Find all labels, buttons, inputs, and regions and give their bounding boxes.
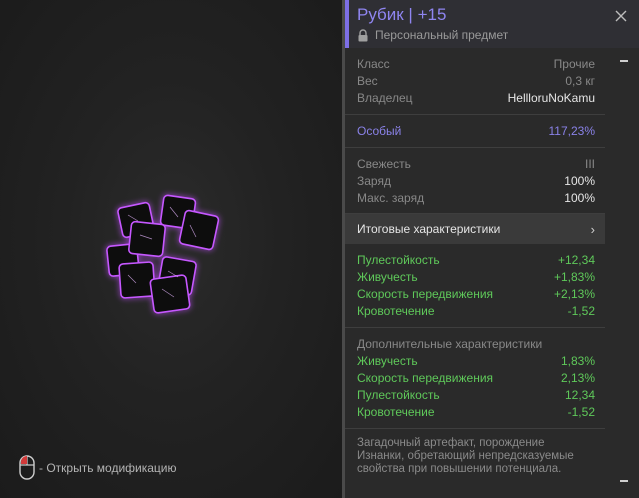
stat-label: Живучесть (357, 354, 418, 368)
stat-label: Особый (357, 124, 402, 138)
stat-value: 100% (564, 191, 595, 205)
stat-label: Скорость передвижения (357, 287, 494, 301)
stat-label: Пулестойкость (357, 388, 440, 402)
stat-row-bleeding: Кровотечение -1,52 (357, 303, 595, 320)
stat-label: Свежесть (357, 157, 411, 171)
hint-text: - Открыть модификацию (39, 460, 177, 475)
stat-value: -1,52 (567, 405, 595, 419)
scrollbar[interactable] (617, 56, 629, 486)
mouse-icon (19, 455, 35, 480)
stat-row-max-charge: Макс. заряд 100% (357, 190, 595, 207)
stat-value: -1,52 (567, 304, 595, 318)
stat-label: Скорость передвижения (357, 371, 494, 385)
total-stats-section: Пулестойкость +12,34 Живучесть +1,83% Ск… (345, 244, 605, 328)
special-section: Особый 117,23% (345, 115, 605, 148)
chevron-right-icon: › (590, 221, 595, 237)
item-preview: - Открыть модификацию (0, 0, 344, 498)
item-info-panel: Рубик | +15 Персональный предмет Класс П… (345, 0, 639, 498)
stat-value: HellloruNoKamu (507, 91, 595, 105)
lock-icon (358, 28, 368, 41)
stat-row-freshness: Свежесть III (357, 156, 595, 173)
stat-value: Прочие (553, 57, 595, 71)
stat-row-bullet-resistance: Пулестойкость 12,34 (357, 387, 595, 404)
scrollbar-bottom-cap (620, 480, 628, 482)
stat-row-weight: Вес 0,3 кг (357, 73, 595, 90)
stat-label: Живучесть (357, 270, 418, 284)
stat-value: +2,13% (553, 287, 595, 301)
open-modification-hint: - Открыть модификацию (19, 455, 177, 480)
stat-row-move-speed: Скорость передвижения 2,13% (357, 370, 595, 387)
stat-value: III (584, 157, 595, 171)
item-subtitle: Персональный предмет (357, 28, 508, 42)
stat-value: 100% (564, 174, 595, 188)
stat-value: 1,83% (560, 354, 595, 368)
additional-stats-heading: Дополнительные характеристики (357, 337, 543, 351)
panel-header: Рубик | +15 Персональный предмет (345, 0, 639, 48)
item-title: Рубик | +15 (357, 5, 447, 24)
stat-value: 117,23% (548, 124, 595, 138)
close-icon[interactable] (613, 8, 629, 24)
condition-section: Свежесть III Заряд 100% Макс. заряд 100% (345, 148, 605, 214)
stat-value: 2,13% (560, 371, 595, 385)
stat-label: Кровотечение (357, 304, 435, 318)
cube-artifact-icon (106, 194, 220, 314)
stat-value: +12,34 (557, 253, 595, 267)
stat-label: Макс. заряд (357, 191, 425, 205)
total-stats-label: Итоговые характеристики (357, 222, 501, 236)
stat-label: Заряд (357, 174, 391, 188)
panel-content: Класс Прочие Вес 0,3 кг Владелец Helllor… (345, 48, 605, 484)
stat-label: Вес (357, 74, 378, 88)
accent-bar (345, 0, 349, 48)
total-stats-button[interactable]: Итоговые характеристики › (345, 214, 605, 244)
stat-row-special: Особый 117,23% (357, 123, 595, 140)
stat-row-owner: Владелец HellloruNoKamu (357, 90, 595, 107)
stat-row-vitality: Живучесть +1,83% (357, 269, 595, 286)
stat-label: Владелец (357, 91, 413, 105)
item-description: Загадочный артефакт, порождение Изнанки,… (357, 437, 574, 475)
subtitle-text: Персональный предмет (375, 28, 509, 42)
stat-row-bullet-resistance: Пулестойкость +12,34 (357, 252, 595, 269)
additional-stats-section: Дополнительные характеристики Живучесть … (345, 328, 605, 429)
stat-label: Кровотечение (357, 405, 435, 419)
stat-value: +1,83% (553, 270, 595, 284)
stat-row-class: Класс Прочие (357, 56, 595, 73)
scrollbar-top-cap (620, 60, 628, 62)
stat-row-charge: Заряд 100% (357, 173, 595, 190)
base-section: Класс Прочие Вес 0,3 кг Владелец Helllor… (345, 48, 605, 115)
stat-label: Класс (357, 57, 390, 71)
stat-row-bleeding: Кровотечение -1,52 (357, 404, 595, 421)
item-model[interactable] (100, 185, 240, 325)
stat-label: Пулестойкость (357, 253, 440, 267)
stat-value: 12,34 (564, 388, 595, 402)
stat-value: 0,3 кг (565, 74, 595, 88)
stat-row-vitality: Живучесть 1,83% (357, 353, 595, 370)
stat-row-move-speed: Скорость передвижения +2,13% (357, 286, 595, 303)
